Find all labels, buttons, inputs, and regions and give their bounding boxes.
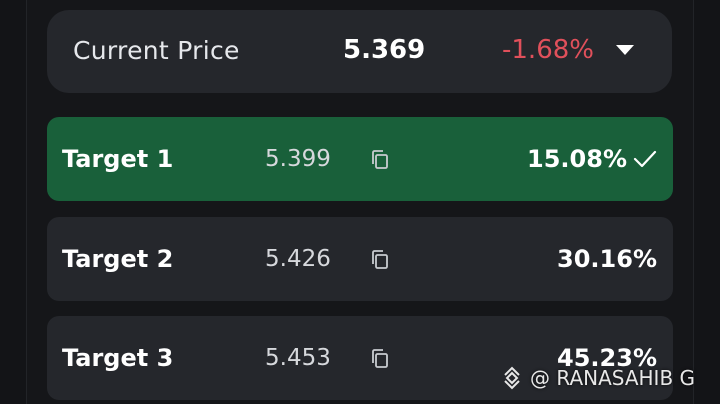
checkmark-icon (633, 150, 657, 168)
current-price-card[interactable]: Current Price 5.369 -1.68% (47, 10, 672, 93)
left-edge (0, 0, 27, 404)
copy-icon[interactable] (370, 149, 390, 171)
copy-icon[interactable] (370, 249, 390, 271)
target-price-value: 5.453 (265, 345, 331, 371)
binance-logo-icon (504, 366, 520, 390)
target-label: Target 1 (62, 145, 174, 173)
target-percent: 15.08% (527, 145, 627, 173)
watermark-text: @ RANASAHIB G (530, 366, 696, 390)
price-change-percent: -1.68% (502, 35, 594, 65)
app-frame: Current Price 5.369 -1.68% Target 1 5.39… (0, 0, 720, 404)
target-row-1[interactable]: Target 1 5.399 15.08% (47, 117, 673, 201)
target-label: Target 2 (62, 245, 174, 273)
target-row-2[interactable]: Target 2 5.426 30.16% (47, 217, 673, 301)
right-edge (693, 0, 720, 404)
caret-down-icon[interactable] (615, 43, 635, 57)
target-label: Target 3 (62, 344, 174, 372)
target-price-value: 5.399 (265, 146, 331, 172)
watermark: @ RANASAHIB G (500, 366, 695, 390)
current-price-label: Current Price (73, 36, 240, 65)
target-percent: 30.16% (557, 245, 657, 273)
copy-icon[interactable] (370, 348, 390, 370)
current-price-value: 5.369 (343, 35, 426, 65)
target-price-value: 5.426 (265, 246, 331, 272)
